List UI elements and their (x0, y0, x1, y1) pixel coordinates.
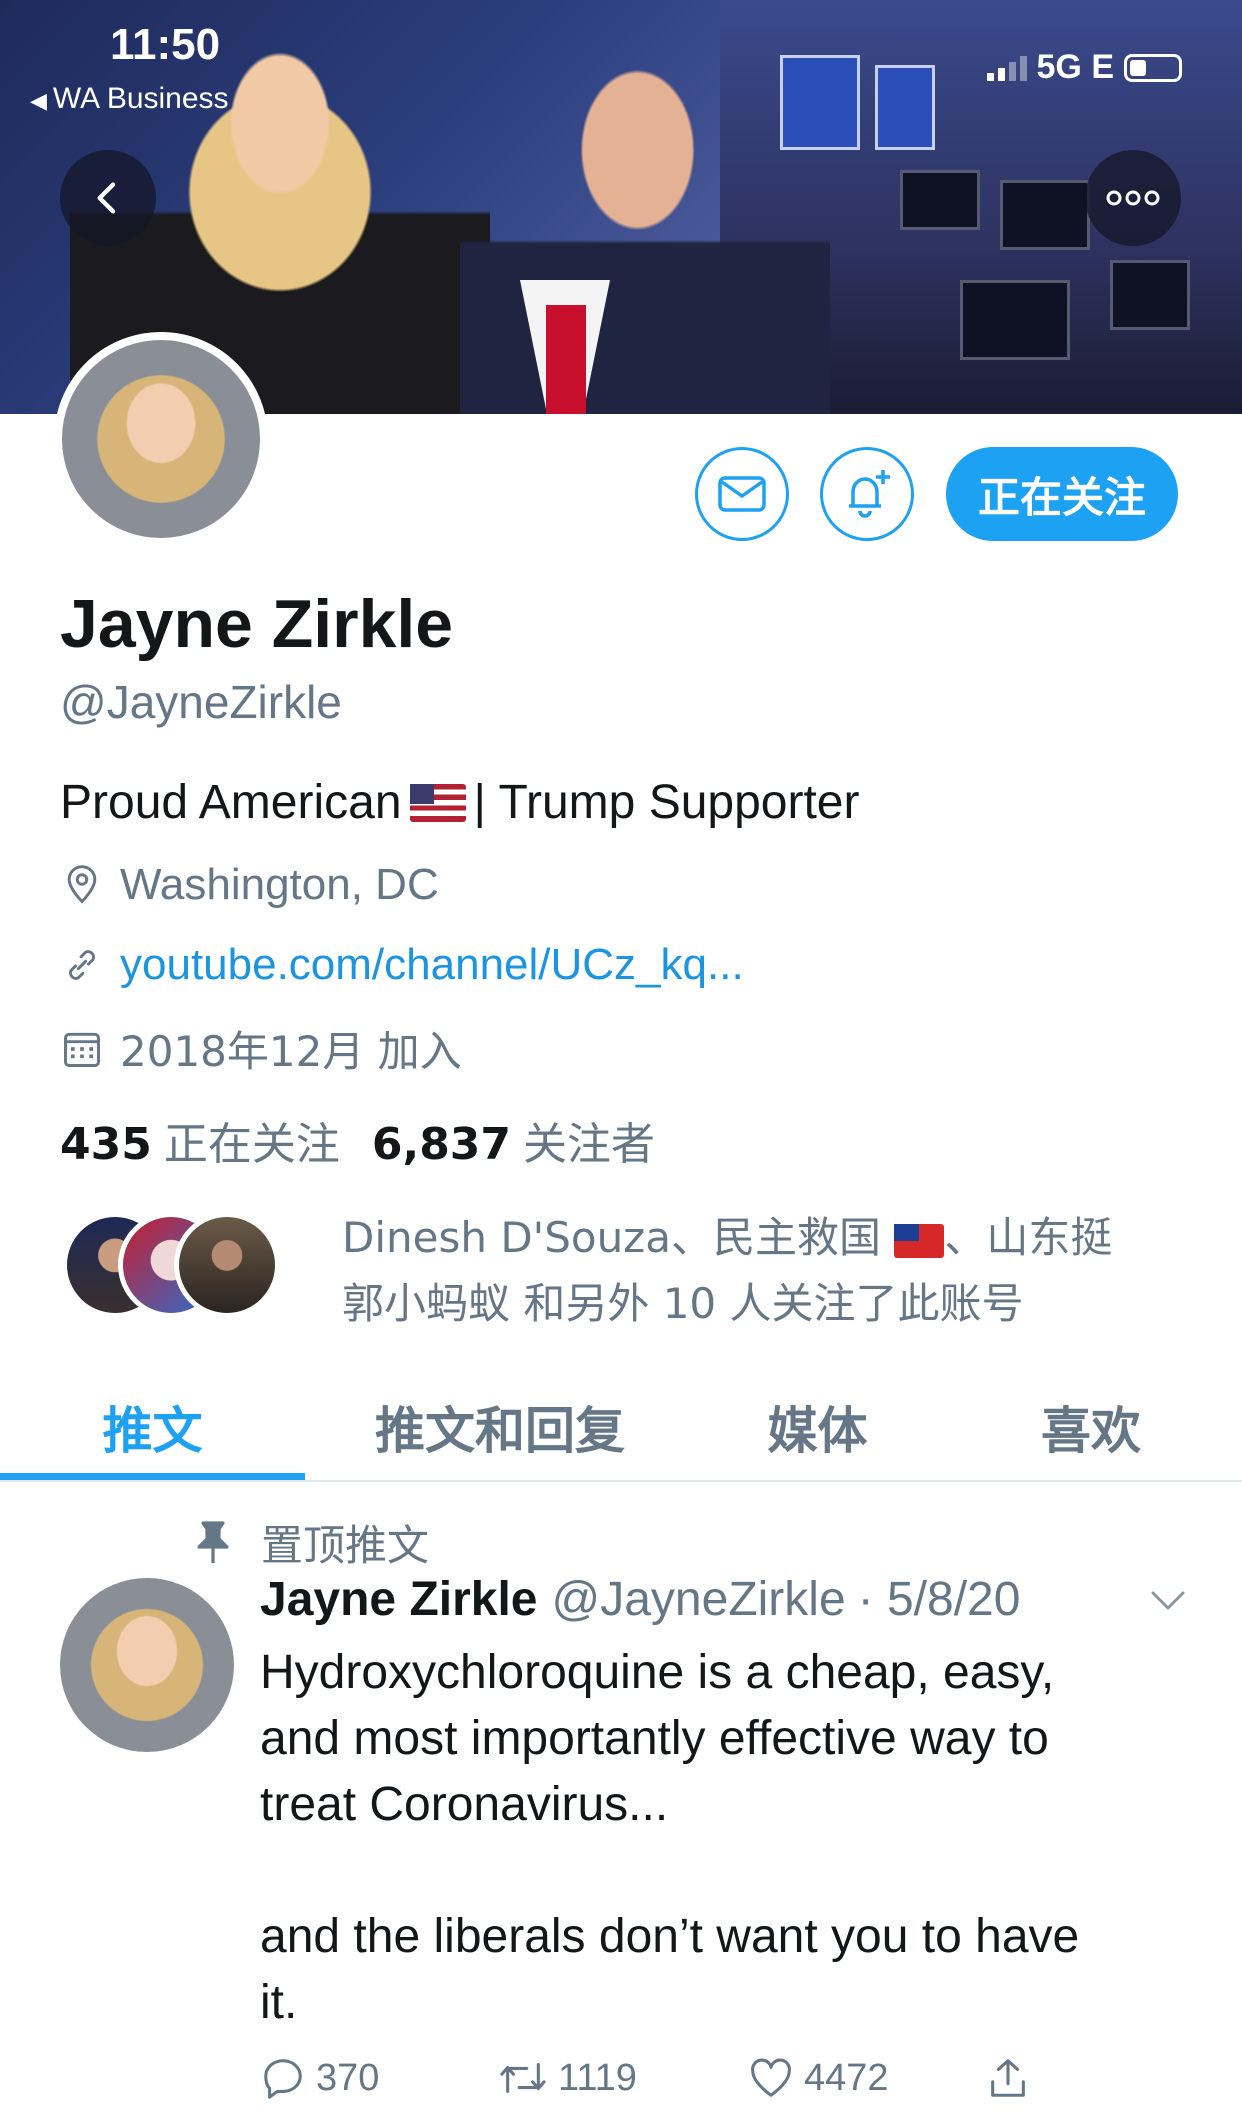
tweet-menu-button[interactable] (1150, 1590, 1186, 1617)
status-back-app-label: WA Business (52, 82, 229, 115)
followers-label: 关注者 (523, 1119, 656, 1170)
pinned-tweet-label: 置顶推文 (195, 1512, 429, 1573)
pinned-text: 置顶推文 (261, 1521, 430, 1570)
like-count: 4472 (804, 2056, 889, 2099)
profile-location: Washington, DC (60, 860, 439, 910)
status-back-to-app[interactable]: ◀ WA Business (30, 82, 229, 116)
link-text[interactable]: youtube.com/channel/UCz_kq... (120, 940, 744, 990)
message-button[interactable] (695, 447, 789, 541)
pin-icon (197, 1520, 229, 1563)
reply-count: 370 (316, 2056, 380, 2099)
follow-stats: 435 正在关注 6,837 关注者 (60, 1108, 655, 1172)
bell-plus-icon (849, 470, 890, 518)
bio-text-2: | Trump Supporter (473, 776, 860, 829)
profile-tabs: 推文 推文和回复 媒体 喜欢 (0, 1372, 1242, 1482)
followers-stat[interactable]: 6,837 关注者 (372, 1108, 655, 1172)
tab-media[interactable]: 媒体 (695, 1372, 940, 1482)
status-indicators: 5G E (986, 48, 1182, 87)
notifications-button[interactable] (820, 447, 914, 541)
banner-fox-logo-2 (875, 65, 935, 150)
profile-avatar[interactable] (54, 332, 268, 546)
banner-monitor (1110, 260, 1190, 330)
banner-person-right (460, 60, 830, 414)
profile-handle: @JayneZirkle (60, 676, 342, 728)
following-label: 正在关注 (163, 1119, 340, 1170)
following-stat[interactable]: 435 正在关注 (60, 1108, 340, 1172)
back-triangle-icon: ◀ (30, 88, 47, 113)
more-dots-icon (1106, 190, 1160, 206)
chevron-left-icon (97, 182, 116, 214)
followers-you-know-line1a: Dinesh D'Souza、民主救国 (342, 1213, 895, 1262)
location-text: Washington, DC (120, 860, 439, 909)
more-options-button[interactable] (1085, 150, 1181, 246)
location-pin-icon (67, 865, 97, 904)
banner-monitor (960, 280, 1070, 360)
tweet-date: · 5/8/20 (857, 1573, 1021, 1626)
profile-join-date: 2018年12月 加入 (60, 1018, 462, 1079)
retweet-icon (500, 2063, 546, 2093)
tweet-actions: 370 1119 4472 (260, 2055, 1160, 2111)
bio-text-1: Proud American (60, 776, 402, 829)
heart-icon (751, 2058, 791, 2097)
tweet-header: Jayne Zirkle @JayneZirkle · 5/8/20 (260, 1572, 1020, 1627)
share-icon (991, 2059, 1025, 2097)
tweet-author-avatar[interactable] (60, 1578, 234, 1752)
envelope-icon (718, 476, 766, 512)
following-count: 435 (60, 1119, 152, 1170)
signal-icon (986, 55, 1027, 81)
banner-monitor (1000, 180, 1090, 250)
active-tab-indicator (0, 1473, 305, 1480)
profile-name: Jayne Zirkle (60, 586, 454, 662)
reply-icon (264, 2059, 302, 2099)
followers-you-know-line1b: 、山东挺 (944, 1213, 1113, 1262)
join-date-text: 2018年12月 加入 (120, 1027, 462, 1076)
link-icon (69, 950, 95, 980)
avatar (174, 1212, 280, 1318)
status-time: 11:50 (110, 20, 221, 69)
followers-you-know-line2: 郭小蚂蚁 和另外 10 人关注了此账号 (342, 1279, 1024, 1328)
tab-likes[interactable]: 喜欢 (940, 1372, 1242, 1482)
network-type: 5G E (1036, 48, 1114, 86)
banner-monitor (900, 170, 980, 230)
us-flag-icon (409, 783, 466, 822)
profile-bio: Proud American | Trump Supporter (60, 775, 859, 830)
retweet-button[interactable]: 1119 (498, 2055, 637, 2101)
chevron-down-icon (1151, 1591, 1185, 1610)
retweet-count: 1119 (558, 2056, 637, 2099)
tab-tweets[interactable]: 推文 (0, 1372, 305, 1482)
calendar-icon (64, 1032, 100, 1067)
tab-tweets-and-replies[interactable]: 推文和回复 (305, 1372, 695, 1482)
reply-button[interactable]: 370 (260, 2055, 379, 2101)
share-button[interactable] (985, 2055, 1041, 2101)
following-button[interactable]: 正在关注 (946, 447, 1178, 541)
followers-you-know-text[interactable]: Dinesh D'Souza、民主救国 、山东挺 郭小蚂蚁 和另外 10 人关注… (342, 1205, 1162, 1337)
taiwan-flag-icon (894, 1223, 945, 1258)
back-button[interactable] (60, 150, 156, 246)
profile-link[interactable]: youtube.com/channel/UCz_kq... (60, 940, 744, 990)
like-button[interactable]: 4472 (748, 2055, 889, 2101)
banner-tie (546, 305, 586, 414)
tweet-author-handle[interactable]: @JayneZirkle (552, 1572, 846, 1627)
battery-icon (1124, 53, 1182, 82)
followers-count: 6,837 (371, 1119, 512, 1170)
tweet-author-name[interactable]: Jayne Zirkle (260, 1572, 538, 1627)
tweet-text: Hydroxychloroquine is a cheap, easy, and… (260, 1646, 1080, 2029)
followers-you-know-avatars[interactable] (62, 1212, 312, 1322)
